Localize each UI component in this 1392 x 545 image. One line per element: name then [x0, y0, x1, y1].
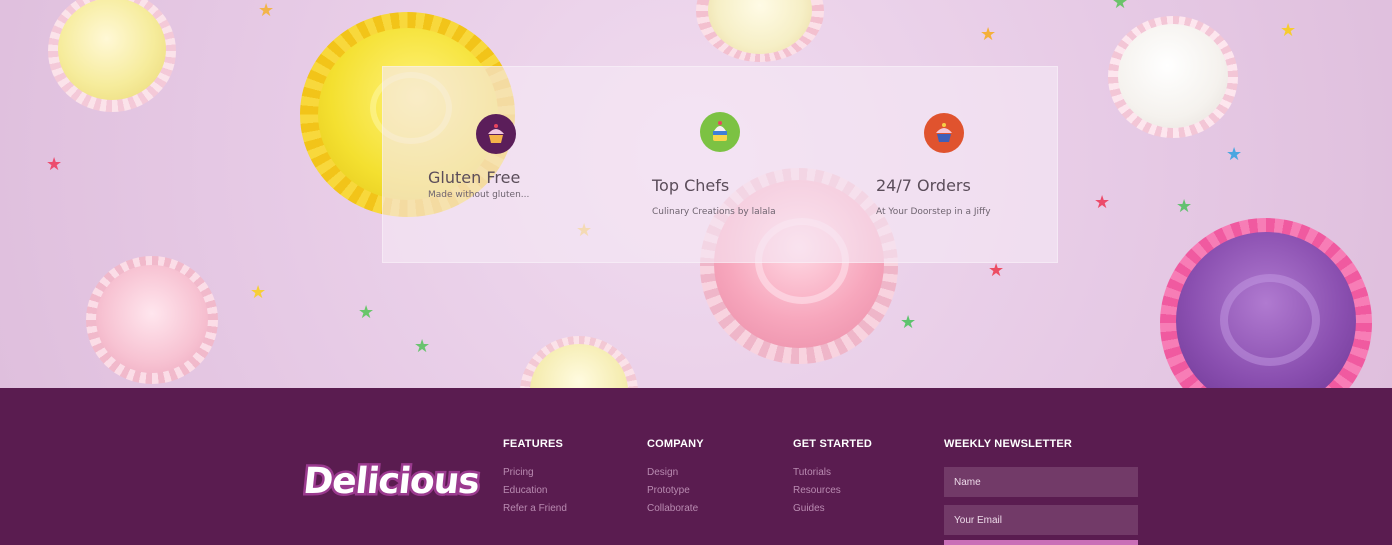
sprinkle-star: ★: [1112, 0, 1129, 13]
sprinkle-star: ★: [900, 312, 917, 333]
footer-link-education[interactable]: Education: [503, 482, 567, 500]
cupcake-icon: [924, 113, 964, 153]
feature-description: Culinary Creations by lalala: [652, 207, 776, 217]
footer-column-get-started: GET STARTED Tutorials Resources Guides: [793, 438, 872, 518]
cupcake-image: [520, 336, 638, 388]
footer-link-resources[interactable]: Resources: [793, 482, 872, 500]
column-heading: COMPANY: [647, 438, 704, 450]
footer-link-guides[interactable]: Guides: [793, 500, 872, 518]
cake-icon: [700, 112, 740, 152]
feature-gluten-free: Gluten Free Made without gluten...: [383, 67, 607, 262]
features-panel: Gluten Free Made without gluten... Top C…: [382, 66, 1058, 263]
delicious-logo[interactable]: Delicious: [303, 448, 487, 506]
column-heading: FEATURES: [503, 438, 564, 450]
feature-title: Top Chefs: [652, 176, 730, 195]
sprinkle-star: ★: [980, 24, 997, 45]
sprinkle-star: ★: [1094, 192, 1111, 213]
footer-link-collaborate[interactable]: Collaborate: [647, 500, 704, 518]
svg-text:Delicious: Delicious: [303, 460, 481, 502]
newsletter-submit-button[interactable]: [944, 540, 1138, 545]
footer-column-company: COMPANY Design Prototype Collaborate: [647, 438, 704, 518]
feature-description: At Your Doorstep in a Jiffy: [876, 207, 991, 217]
sprinkle-star: ★: [358, 302, 375, 323]
footer-column-newsletter: WEEKLY NEWSLETTER: [944, 438, 1072, 464]
footer-link-design[interactable]: Design: [647, 464, 704, 482]
sprinkle-star: ★: [1226, 144, 1243, 165]
footer-link-refer-a-friend[interactable]: Refer a Friend: [503, 500, 567, 518]
sprinkle-star: ★: [46, 154, 63, 175]
sprinkle-star: ★: [988, 260, 1005, 281]
feature-title: Gluten Free: [428, 168, 521, 187]
footer-column-features: FEATURES Pricing Education Refer a Frien…: [503, 438, 567, 518]
hero-background: ★ ★ ★ ★ ★ ★ ★ ★ ★ ★ ★ ★ ★ ★ Gluten Free …: [0, 0, 1392, 388]
feature-title: 24/7 Orders: [876, 176, 971, 195]
footer-link-pricing[interactable]: Pricing: [503, 464, 567, 482]
newsletter-email-input[interactable]: [944, 505, 1138, 535]
cupcake-image: [696, 0, 824, 62]
feature-24-7-orders: 24/7 Orders At Your Doorstep in a Jiffy: [831, 67, 1057, 262]
column-heading: GET STARTED: [793, 438, 872, 450]
footer-link-tutorials[interactable]: Tutorials: [793, 464, 872, 482]
sprinkle-star: ★: [258, 0, 275, 21]
sprinkle-star: ★: [1280, 20, 1297, 41]
sprinkle-star: ★: [414, 336, 431, 357]
footer-link-prototype[interactable]: Prototype: [647, 482, 704, 500]
feature-top-chefs: Top Chefs Culinary Creations by lalala: [607, 67, 831, 262]
cupcake-image: [86, 256, 218, 384]
newsletter-heading: WEEKLY NEWSLETTER: [944, 438, 1073, 450]
cupcake-icon: [476, 114, 516, 154]
feature-description: Made without gluten...: [428, 190, 530, 200]
cupcake-image: [1160, 218, 1372, 388]
sprinkle-star: ★: [250, 282, 267, 303]
cupcake-image: [48, 0, 176, 112]
newsletter-name-input[interactable]: [944, 467, 1138, 497]
sprinkle-star: ★: [1176, 196, 1193, 217]
cupcake-image: [1108, 16, 1238, 138]
